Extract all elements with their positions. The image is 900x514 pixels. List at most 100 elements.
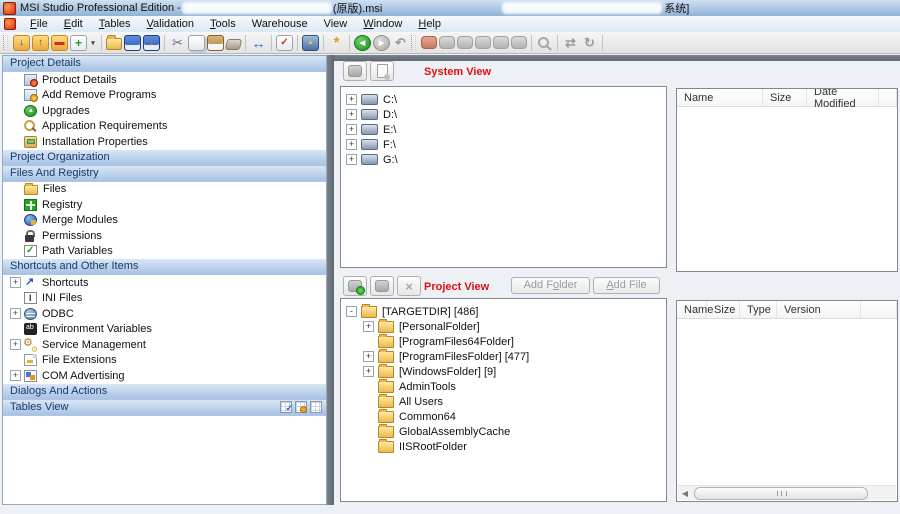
sidebar-item-merge-modules[interactable]: Merge Modules	[3, 213, 326, 229]
column-type[interactable]: Type	[740, 301, 777, 318]
expander[interactable]: +	[346, 109, 357, 120]
project-tree-row[interactable]: +[ProgramFilesFolder] [477]	[341, 349, 666, 364]
add-to-project-button[interactable]	[343, 276, 367, 296]
expander[interactable]: -	[346, 306, 357, 317]
system-view-tree[interactable]: +C:\ +D:\ +E:\ +F:\ +G:\	[340, 86, 667, 268]
sidebar-section-shortcuts-and-other-items[interactable]: Shortcuts and Other Items	[3, 259, 326, 275]
toolbar-grip[interactable]	[411, 35, 416, 50]
search-icon[interactable]	[536, 35, 553, 51]
menu-help[interactable]: Help	[410, 17, 449, 31]
new-package-dropdown-caret[interactable]: ▾	[89, 35, 97, 51]
menu-warehouse[interactable]: Warehouse	[244, 17, 316, 31]
undo-icon[interactable]: ↶	[392, 35, 409, 51]
drive-row[interactable]: +F:\	[341, 137, 666, 152]
project-tree-row[interactable]: [ProgramFiles64Folder]	[341, 334, 666, 349]
menu-window[interactable]: Window	[355, 17, 410, 31]
horizontal-scrollbar[interactable]: ◀	[678, 485, 896, 500]
table-view-grid-icon[interactable]	[310, 401, 322, 413]
sidebar-section-project-organization[interactable]: Project Organization	[3, 150, 326, 166]
project-tree-row[interactable]: +[WindowsFolder] [9]	[341, 364, 666, 379]
expander[interactable]: +	[346, 139, 357, 150]
compare-icon[interactable]: ↔	[250, 35, 267, 51]
table-view-checked-icon[interactable]	[280, 401, 292, 413]
paste-icon[interactable]	[207, 35, 224, 51]
project-view-tree[interactable]: -[TARGETDIR] [486] +[PersonalFolder] [Pr…	[340, 298, 667, 502]
sidebar-item-odbc[interactable]: +ODBC	[3, 306, 326, 322]
sidebar-item-upgrades[interactable]: Upgrades	[3, 103, 326, 119]
sidebar-item-product-details[interactable]: Product Details	[3, 72, 326, 88]
project-tree-row[interactable]: GlobalAssemblyCache	[341, 424, 666, 439]
child-window-icon[interactable]	[4, 18, 16, 30]
open-archive-icon[interactable]: ▬	[51, 35, 68, 51]
view-system-file-button[interactable]	[370, 61, 394, 81]
copy-icon[interactable]	[188, 35, 205, 51]
format-eraser-icon[interactable]	[225, 39, 242, 50]
project-tree-row[interactable]: AdminTools	[341, 379, 666, 394]
column-size[interactable]: Size	[707, 301, 740, 318]
column-version[interactable]: Version	[777, 301, 861, 318]
drive-row[interactable]: +D:\	[341, 107, 666, 122]
wizard-wand-icon[interactable]: *	[328, 35, 345, 51]
expander[interactable]: +	[363, 351, 374, 362]
sidebar-item-environment-variables[interactable]: Environment Variables	[3, 322, 326, 338]
expander[interactable]: +	[10, 370, 21, 381]
project-tree-row[interactable]: IISRootFolder	[341, 439, 666, 454]
menu-edit[interactable]: Edit	[56, 17, 91, 31]
sync-icon[interactable]: ⇄	[562, 35, 579, 51]
refresh-icon[interactable]: ↻	[581, 35, 598, 51]
sidebar-item-installation-properties[interactable]: Installation Properties	[3, 134, 326, 150]
project-tree-row[interactable]: Common64	[341, 409, 666, 424]
vertical-splitter[interactable]	[327, 55, 334, 505]
package-op-3-icon[interactable]	[457, 36, 473, 49]
package-op-6-icon[interactable]	[511, 36, 527, 49]
expander[interactable]: +	[10, 277, 21, 288]
sidebar-section-project-details[interactable]: Project Details	[3, 56, 326, 72]
package-op-4-icon[interactable]	[475, 36, 491, 49]
project-tree-row[interactable]: All Users	[341, 394, 666, 409]
save-as-icon[interactable]: ↓	[143, 35, 160, 51]
sidebar-section-files-and-registry[interactable]: Files And Registry	[3, 166, 326, 182]
sidebar-item-ini-files[interactable]: INI Files	[3, 291, 326, 307]
sidebar-section-tables-view[interactable]: Tables View	[3, 400, 326, 416]
menu-tables[interactable]: Tables	[91, 17, 139, 31]
back-icon[interactable]: ◀	[354, 35, 371, 51]
sidebar-item-com-advertising[interactable]: +COM Advertising	[3, 368, 326, 384]
menu-tools[interactable]: Tools	[202, 17, 244, 31]
drive-row[interactable]: +E:\	[341, 122, 666, 137]
scrollbar-thumb[interactable]	[694, 487, 868, 500]
column-name[interactable]: Name	[677, 301, 707, 318]
package-op-1-icon[interactable]	[421, 36, 437, 49]
scroll-left-arrow-icon[interactable]: ◀	[678, 489, 692, 498]
sidebar-item-files[interactable]: Files	[3, 182, 326, 198]
expander[interactable]: +	[346, 94, 357, 105]
save-icon[interactable]	[124, 35, 141, 51]
new-package-icon[interactable]: +	[70, 35, 87, 51]
expander[interactable]: +	[10, 308, 21, 319]
sidebar-section-dialogs-and-actions[interactable]: Dialogs And Actions	[3, 384, 326, 400]
project-tree-row[interactable]: +[PersonalFolder]	[341, 319, 666, 334]
expander[interactable]: +	[363, 366, 374, 377]
column-date-modified[interactable]: Date Modified	[807, 89, 879, 106]
add-file-button[interactable]: Add File	[593, 277, 660, 294]
package-op-2-icon[interactable]	[439, 36, 455, 49]
sidebar-item-service-management[interactable]: +Service Management	[3, 337, 326, 353]
toolbar-grip[interactable]	[3, 35, 8, 50]
column-size[interactable]: Size	[763, 89, 807, 106]
table-view-modified-icon[interactable]	[295, 401, 307, 413]
sidebar-item-permissions[interactable]: Permissions	[3, 228, 326, 244]
sidebar-item-add-remove-programs[interactable]: Add Remove Programs	[3, 88, 326, 104]
forward-icon[interactable]: ▶	[373, 35, 390, 51]
add-folder-button[interactable]: Add Folder	[511, 277, 590, 294]
drive-row[interactable]: +G:\	[341, 152, 666, 167]
expander[interactable]: +	[346, 124, 357, 135]
column-name[interactable]: Name	[677, 89, 763, 106]
export-package-icon[interactable]: ↑	[32, 35, 49, 51]
sidebar-item-file-extensions[interactable]: File Extensions	[3, 353, 326, 369]
extract-from-project-button[interactable]	[370, 276, 394, 296]
menu-validation[interactable]: Validation	[139, 17, 203, 31]
sidebar-item-path-variables[interactable]: Path Variables	[3, 244, 326, 260]
add-system-item-button[interactable]	[343, 61, 367, 81]
sidebar-item-application-requirements[interactable]: Application Requirements	[3, 119, 326, 135]
build-icon[interactable]: ▲	[302, 35, 319, 51]
horizontal-splitter[interactable]	[334, 55, 900, 61]
